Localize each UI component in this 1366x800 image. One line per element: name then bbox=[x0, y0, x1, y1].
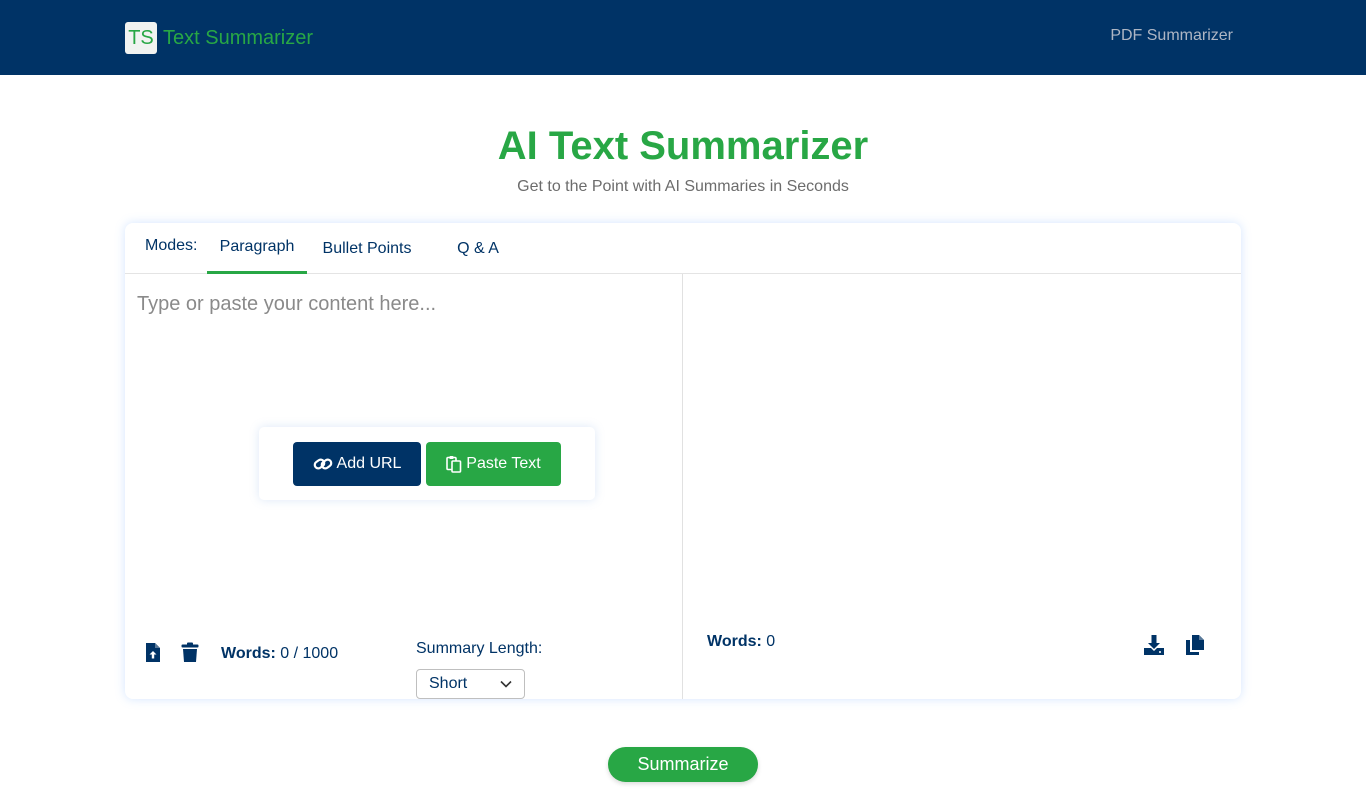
nav-link-pdf-summarizer[interactable]: PDF Summarizer bbox=[1110, 27, 1233, 45]
summary-length-value: Short bbox=[429, 675, 468, 692]
output-words-label: Words: bbox=[707, 633, 762, 650]
modes-label: Modes: bbox=[145, 237, 198, 254]
summary-length-select[interactable]: Short bbox=[416, 669, 525, 699]
input-words-value: 0 / 1000 bbox=[280, 645, 339, 662]
output-words-value: 0 bbox=[766, 633, 776, 650]
brand-logo: TS bbox=[125, 22, 157, 54]
page-title: AI Text Summarizer bbox=[497, 124, 869, 168]
trash-icon[interactable] bbox=[179, 640, 201, 664]
modes-bar: Modes: Paragraph Bullet Points Q & A bbox=[125, 223, 1241, 274]
panel-divider bbox=[682, 274, 683, 699]
add-url-label: Add URL bbox=[336, 455, 402, 472]
paste-text-button[interactable]: Paste Text bbox=[426, 442, 561, 486]
tab-q-and-a[interactable]: Q & A bbox=[425, 223, 531, 274]
page-subtitle: Get to the Point with AI Summaries in Se… bbox=[517, 178, 849, 195]
brand-link[interactable]: TS Text Summarizer bbox=[125, 22, 313, 54]
summary-length-label: Summary Length: bbox=[416, 640, 543, 657]
tab-paragraph[interactable]: Paragraph bbox=[207, 223, 307, 274]
input-actions-box: Add URL Paste Text bbox=[259, 427, 595, 500]
output-word-count: Words: 0 bbox=[707, 633, 775, 651]
input-words-label: Words: bbox=[221, 645, 276, 662]
link-icon bbox=[313, 458, 332, 470]
input-word-count: Words: 0 / 1000 bbox=[221, 645, 338, 663]
summarize-button[interactable]: Summarize bbox=[608, 747, 758, 782]
paste-icon bbox=[446, 456, 462, 473]
download-icon[interactable] bbox=[1143, 633, 1165, 657]
brand-name: Text Summarizer bbox=[163, 26, 314, 49]
file-upload-icon[interactable] bbox=[142, 640, 164, 664]
summarizer-card: Modes: Paragraph Bullet Points Q & A Add… bbox=[125, 223, 1241, 699]
add-url-button[interactable]: Add URL bbox=[293, 442, 421, 486]
top-navbar: TS Text Summarizer PDF Summarizer bbox=[0, 0, 1366, 75]
tab-bullet-points[interactable]: Bullet Points bbox=[317, 223, 417, 274]
chevron-down-icon bbox=[500, 680, 512, 688]
paste-text-label: Paste Text bbox=[466, 455, 541, 472]
copy-icon[interactable] bbox=[1184, 633, 1206, 657]
